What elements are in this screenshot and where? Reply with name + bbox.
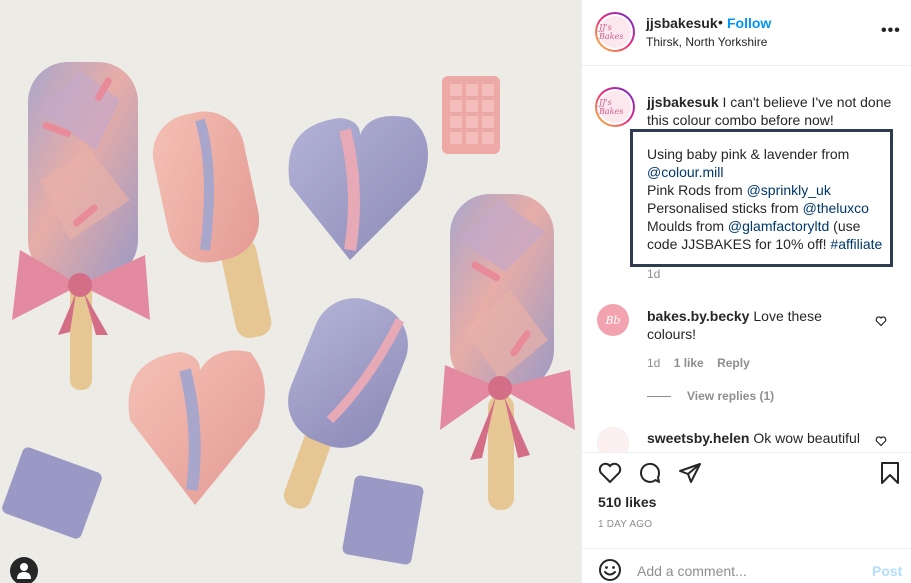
header-separator: • [718,14,723,30]
post-header: JJ's Bakes jjsbakesuk • Follow Thirsk, N… [582,0,911,66]
comment-likes[interactable]: 1 like [674,356,704,370]
more-options-icon[interactable]: ••• [881,22,901,40]
comment-bubble-icon[interactable] [638,461,662,485]
caption-line: Pink Rods from @sprinkly_uk [647,182,831,198]
comment-like-heart-icon[interactable] [875,315,887,327]
comment-username[interactable]: bakes.by.becky [647,308,749,324]
comment-timestamp[interactable]: 1d [647,356,660,370]
caption-avatar[interactable]: JJ's Bakes [595,87,635,127]
cakesicles-image [2,62,575,565]
location-link[interactable]: Thirsk, North Yorkshire [646,35,767,49]
comment-username[interactable]: sweetsby.helen [647,430,749,446]
add-comment-bar: Add a comment... Post [582,548,911,583]
comment-meta: 1d 1 like Reply [647,356,760,370]
view-replies-button[interactable]: View replies (1) [647,389,774,403]
follow-button[interactable]: Follow [727,15,771,31]
comment-input[interactable]: Add a comment... [637,563,747,579]
post-actions: 510 likes 1 DAY AGO [582,452,911,548]
save-bookmark-icon[interactable] [879,461,901,485]
post-sidebar: JJ's Bakes jjsbakesuk • Follow Thirsk, N… [581,0,911,583]
comments-section[interactable]: JJ's Bakes jjsbakesuk I can't believe I'… [582,67,911,452]
header-username[interactable]: jjsbakesuk [646,15,718,31]
reply-button[interactable]: Reply [717,356,750,370]
caption-line: Using baby pink & lavender from [647,146,850,162]
comment-text: sweetsby.helen Ok wow beautiful [647,430,860,446]
caption-line: code JJSBAKES for 10% off! #affiliate [647,236,883,252]
post-comment-button[interactable]: Post [872,563,902,579]
caption-body: Using baby pink & lavender from @colour.… [647,145,887,253]
caption-timestamp[interactable]: 1d [647,267,660,281]
mention-link[interactable]: @colour.mill [647,164,723,180]
mention-link[interactable]: @theluxco [803,200,869,216]
caption-line: Moulds from @glamfactoryltd (use [647,218,861,234]
comment-like-heart-icon[interactable] [875,435,887,447]
profile-avatar[interactable]: JJ's Bakes [595,12,635,52]
mention-link[interactable]: @glamfactoryltd [728,218,829,234]
caption-line: Personalised sticks from @theluxco [647,200,869,216]
comment-text: bakes.by.becky Love these colours! [647,308,822,342]
comment-avatar[interactable]: Bb [597,304,629,336]
post-photo[interactable] [0,0,581,583]
caption-line: @colour.mill [647,163,887,181]
like-heart-icon[interactable] [598,462,622,484]
comment-avatar[interactable] [597,427,629,452]
likes-count[interactable]: 510 likes [598,494,656,510]
caption-username[interactable]: jjsbakesuk [647,94,719,110]
caption-intro: jjsbakesuk I can't believe I've not done… [647,93,897,129]
mention-link[interactable]: @sprinkly_uk [747,182,831,198]
emoji-icon[interactable] [598,558,622,582]
tagged-users-icon[interactable] [10,557,38,583]
post-date[interactable]: 1 DAY AGO [598,519,652,530]
share-paper-plane-icon[interactable] [678,461,702,485]
hashtag-link[interactable]: #affiliate [830,236,882,252]
